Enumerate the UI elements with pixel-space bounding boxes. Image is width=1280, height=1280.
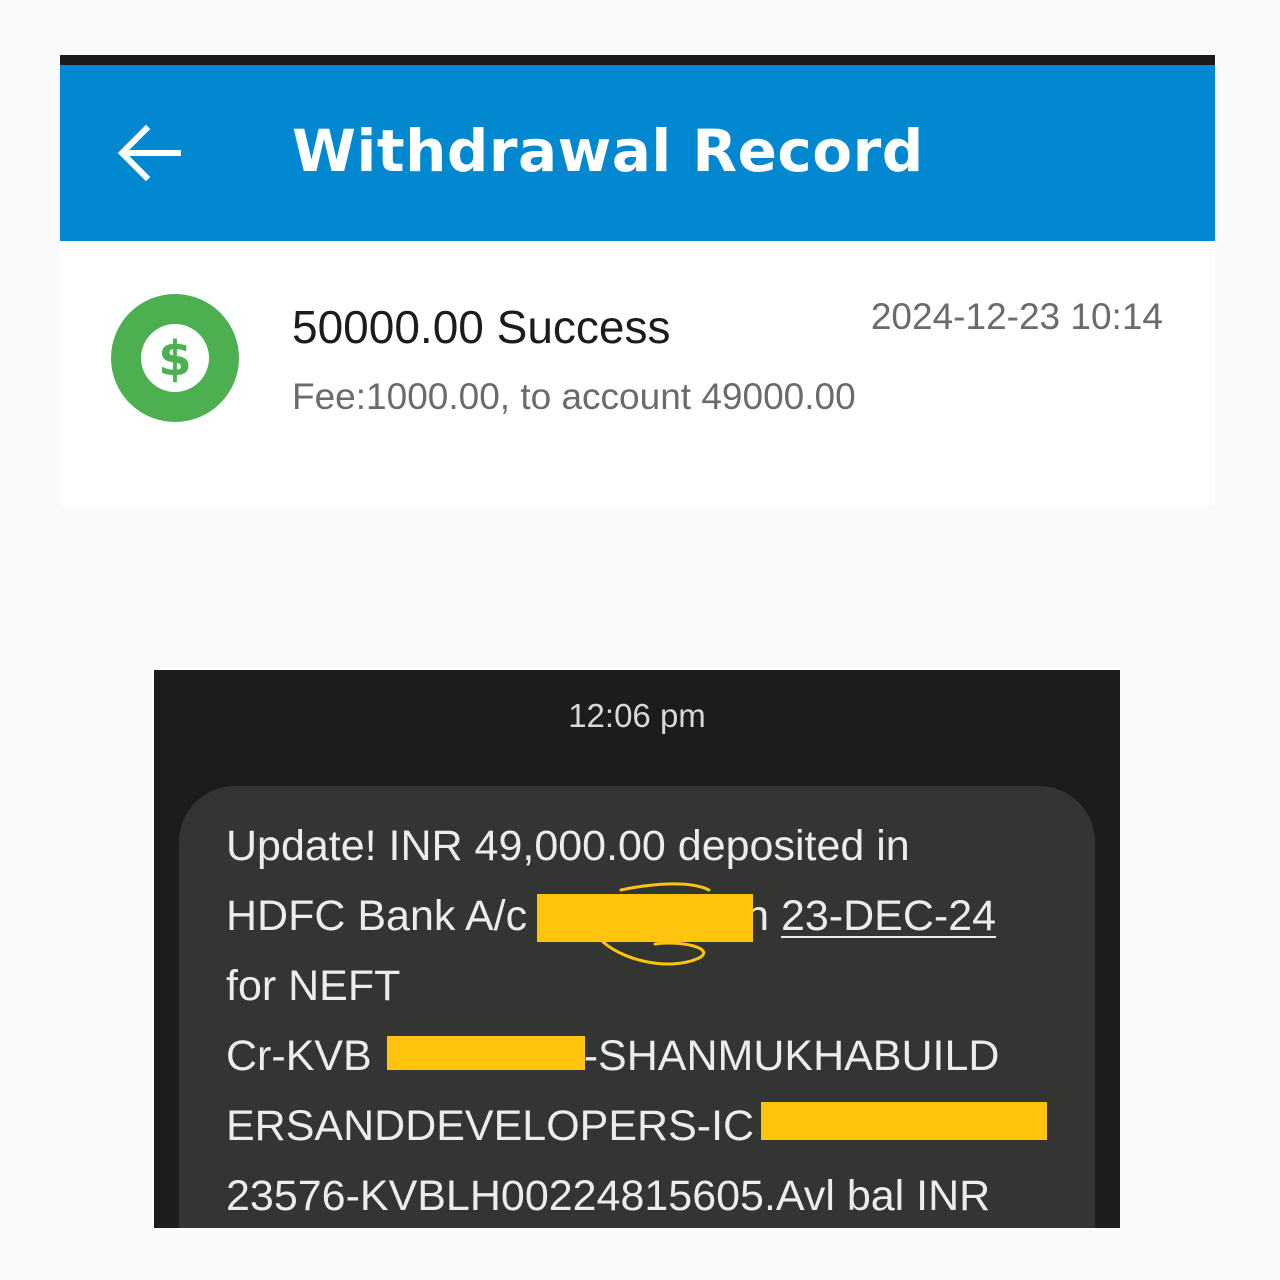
status-bar-strip [60,55,1215,65]
message-line: ERSANDDEVELOPERS-IC [226,1102,755,1150]
message-text: Cr-KVB [226,1032,372,1080]
arrow-left-icon [117,124,181,182]
message-line: 23576-KVBLH00224815605.Avl bal INR [226,1172,991,1220]
message-text: -SHANMUKHABUILD [583,1032,1000,1080]
record-fee-detail: Fee:1000.00, to account 49000.00 [292,376,856,417]
app-bar: Withdrawal Record [60,65,1215,241]
svg-text:$: $ [158,331,191,387]
message-line: for NEFT [226,962,401,1010]
date-link[interactable]: 23-DEC-24 [781,892,996,940]
sms-screenshot: 12:06 pm Update! INR 49,000.00 deposited… [154,670,1120,1228]
redaction-block [537,894,753,942]
message-line: Cr-KVB -SHANMUKHABUILD [226,1028,999,1084]
record-amount-status: 50000.00 Success [292,301,671,353]
message-timestamp: 12:06 pm [568,697,706,734]
redaction-block [387,1036,585,1070]
withdrawal-screenshot: Withdrawal Record $ 50000.00 Success 202… [60,55,1215,505]
record-datetime: 2024-12-23 10:14 [870,296,1163,337]
redaction-block [761,1102,1047,1140]
message-line: Update! INR 49,000.00 deposited in [226,822,910,870]
collage: Withdrawal Record $ 50000.00 Success 202… [0,0,1280,1280]
message-bubble[interactable]: Update! INR 49,000.00 deposited in HDFC … [179,786,1095,1228]
withdrawal-record-item[interactable]: $ 50000.00 Success 2024-12-23 10:14 Fee:… [60,241,1215,505]
message-text: HDFC Bank A/c [226,892,528,940]
back-button[interactable] [112,121,184,185]
dollar-coin-icon: $ [110,293,240,423]
page-title: Withdrawal Record [292,117,924,185]
